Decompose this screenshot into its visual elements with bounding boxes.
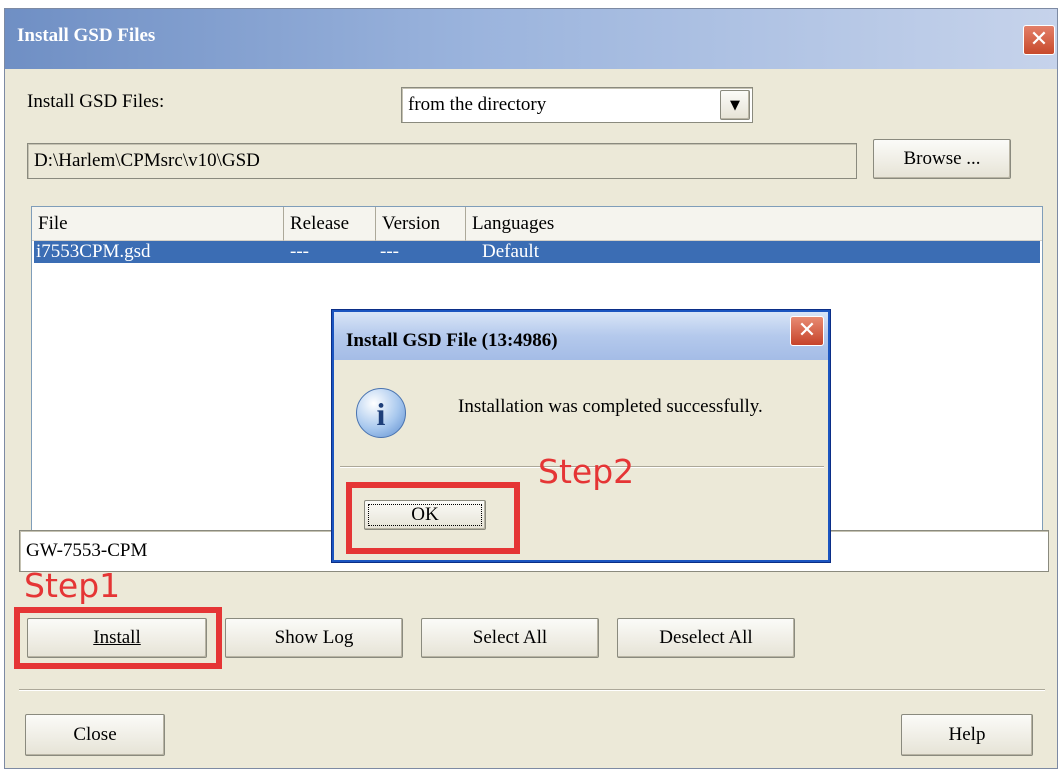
table-row[interactable]: i7553CPM.gsd --- --- Default [34,241,1040,263]
window-title: Install GSD Files [17,25,156,46]
step1-label: Step1 [24,566,121,605]
dialog-title-bar[interactable]: Install GSD File (13:4986) ✕ [334,312,828,360]
close-icon: ✕ [1029,27,1049,52]
column-header-version[interactable]: Version [376,207,466,241]
dialog-close-button[interactable]: ✕ [790,316,824,346]
column-header-file[interactable]: File [32,207,284,241]
file-cell: i7553CPM.gsd [36,241,151,262]
show-log-button[interactable]: Show Log [225,618,403,658]
help-button[interactable]: Help [901,714,1033,756]
step2-label: Step2 [538,452,635,491]
deselect-all-button[interactable]: Deselect All [617,618,795,658]
separator [19,689,1045,691]
version-cell: --- [380,241,399,262]
title-bar[interactable]: Install GSD Files ✕ [5,9,1057,69]
chevron-down-icon[interactable]: ▼ [720,90,750,120]
information-icon: i [356,388,406,438]
window-close-button[interactable]: ✕ [1023,25,1055,55]
browse-button[interactable]: Browse ... [873,139,1011,179]
device-name-value: GW-7553-CPM [26,540,148,561]
release-cell: --- [290,241,309,262]
select-all-button[interactable]: Select All [421,618,599,658]
directory-path-field[interactable]: D:\Harlem\CPMsrc\v10\GSD [27,143,857,179]
install-source-label: Install GSD Files: [27,91,165,112]
close-icon: ✕ [797,318,817,343]
column-header-languages[interactable]: Languages [466,207,1042,241]
dialog-title: Install GSD File (13:4986) [346,330,558,351]
languages-cell: Default [482,241,539,262]
step2-highlight-box [346,482,520,554]
install-source-select[interactable]: from the directory ▼ [401,87,753,123]
install-source-value: from the directory [408,94,547,115]
step1-highlight-box [14,607,222,669]
column-header-release[interactable]: Release [284,207,376,241]
directory-path-value: D:\Harlem\CPMsrc\v10\GSD [34,150,260,171]
close-button[interactable]: Close [25,714,165,756]
dialog-message: Installation was completed successfully. [458,396,763,417]
